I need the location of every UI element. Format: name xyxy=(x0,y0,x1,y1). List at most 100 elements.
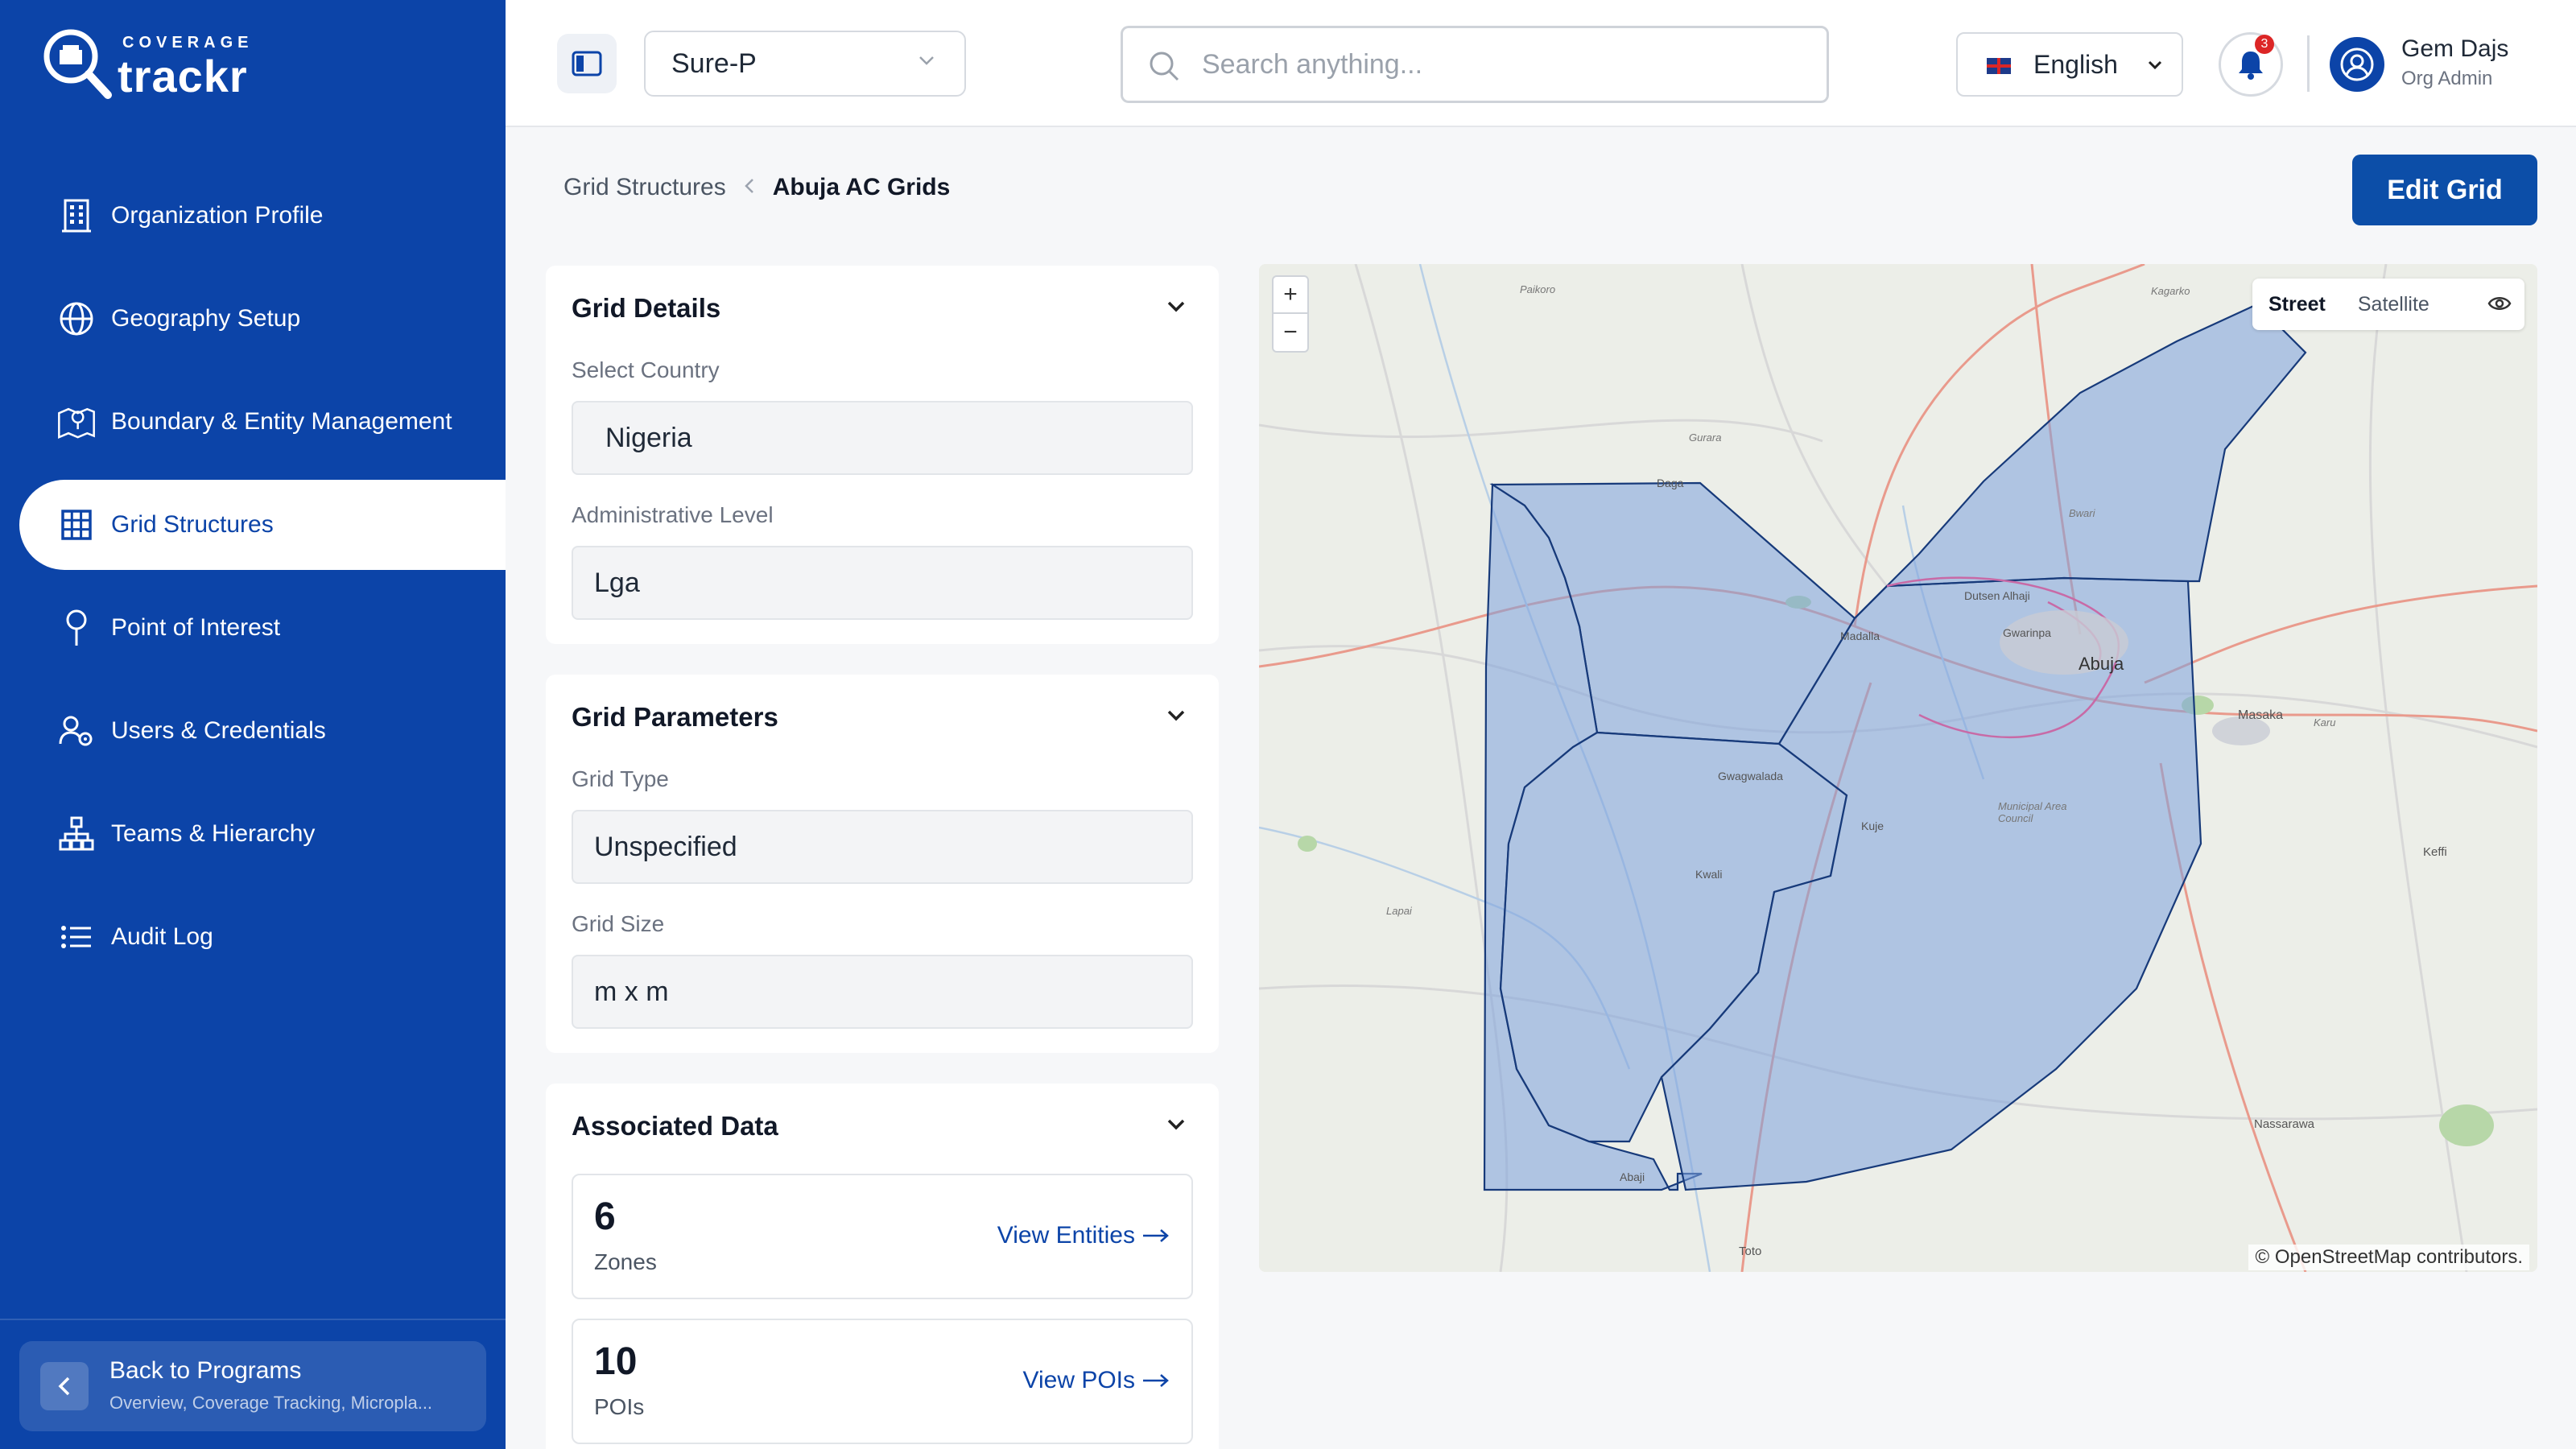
search-icon xyxy=(1150,52,1179,81)
sidebar-item-audit-log[interactable]: Audit Log xyxy=(0,892,506,982)
eye-icon[interactable] xyxy=(2487,293,2512,314)
map-attribution[interactable]: © OpenStreetMap contributors. xyxy=(2248,1245,2529,1270)
location-pin-icon xyxy=(56,608,97,648)
breadcrumb-parent[interactable]: Grid Structures xyxy=(564,174,726,201)
notifications-button[interactable]: 3 xyxy=(2219,32,2283,97)
top-header: Sure-P Search anything... English 3 Gem … xyxy=(506,0,2576,127)
user-role: Org Admin xyxy=(2401,68,2493,89)
back-subtitle: Overview, Coverage Tracking, Micropla... xyxy=(109,1393,433,1413)
view-pois-link[interactable]: View POIs xyxy=(1023,1367,1171,1394)
map-label-abaji: Abaji xyxy=(1620,1170,1645,1183)
card-title: Grid Parameters xyxy=(572,702,778,732)
sidebar-footer: Back to Programs Overview, Coverage Trac… xyxy=(0,1319,506,1449)
sidebar-item-geography-setup[interactable]: Geography Setup xyxy=(0,274,506,364)
chevron-left-icon xyxy=(40,1362,89,1410)
map-label-municipal: Municipal Area Council xyxy=(1998,800,2067,824)
map-label-toto: Toto xyxy=(1739,1245,1762,1258)
chevron-down-icon xyxy=(2148,60,2162,70)
language-select[interactable]: English xyxy=(1956,32,2183,97)
sidebar-item-organization-profile[interactable]: Organization Profile xyxy=(0,171,506,261)
arrow-right-icon xyxy=(1143,1374,1169,1387)
admin-level-field: Lga xyxy=(572,546,1193,620)
pois-count: 10 xyxy=(594,1340,638,1383)
program-select-value: Sure-P xyxy=(671,47,757,79)
map-label-abuja: Abuja xyxy=(2079,654,2124,674)
sidebar-item-boundary-entity[interactable]: Boundary & Entity Management xyxy=(0,377,506,467)
back-to-programs-button[interactable]: Back to Programs Overview, Coverage Trac… xyxy=(19,1341,486,1431)
country-field: Nigeria xyxy=(572,401,1193,475)
satellite-option[interactable]: Satellite xyxy=(2342,293,2446,316)
map-label-nassarawa: Nassarawa xyxy=(2254,1117,2315,1131)
grid-size-field: m x m xyxy=(572,955,1193,1029)
map-label-bwari: Bwari xyxy=(2069,507,2095,519)
zones-stat: 6 Zones View Entities xyxy=(572,1174,1193,1299)
sidebar-item-label: Boundary & Entity Management xyxy=(111,408,452,435)
sidebar-item-label: Users & Credentials xyxy=(111,717,326,744)
user-name[interactable]: Gem Dajs xyxy=(2401,35,2508,63)
avatar[interactable] xyxy=(2330,37,2384,92)
map-label-gwagwalada: Gwagwalada xyxy=(1718,770,1783,782)
notification-badge: 3 xyxy=(2255,35,2274,54)
map-label-kagarko: Kagarko xyxy=(2151,285,2190,297)
sidebar-toggle-button[interactable] xyxy=(557,34,617,93)
map-label-kwali: Kwali xyxy=(1695,868,1723,881)
chevron-left-icon xyxy=(744,174,755,201)
back-title: Back to Programs xyxy=(109,1357,302,1384)
view-entities-label: View Entities xyxy=(997,1222,1135,1249)
map-label-lapai: Lapai xyxy=(1386,905,1412,917)
chevron-down-icon[interactable] xyxy=(1166,299,1187,314)
zoom-out-button[interactable]: − xyxy=(1274,314,1307,351)
map-view[interactable]: + − Street Satellite Abuja Masaka Keffi … xyxy=(1259,264,2537,1272)
search-input[interactable]: Search anything... xyxy=(1121,26,1829,103)
program-select[interactable]: Sure-P xyxy=(644,31,966,97)
sidebar-item-label: Teams & Hierarchy xyxy=(111,820,316,847)
building-icon xyxy=(56,196,97,236)
map-label-masaka: Masaka xyxy=(2238,708,2284,722)
map-label-madalla: Madalla xyxy=(1840,630,1880,642)
zones-count: 6 xyxy=(594,1195,616,1238)
sidebar-item-label: Organization Profile xyxy=(111,202,324,229)
map-label-keffi: Keffi xyxy=(2423,845,2447,859)
map-label-gwarinpa: Gwarinpa xyxy=(2003,626,2051,639)
sidebar-item-users-credentials[interactable]: Users & Credentials xyxy=(0,686,506,776)
grid-type-field: Unspecified xyxy=(572,810,1193,884)
list-icon xyxy=(56,917,97,957)
sidebar-item-point-of-interest[interactable]: Point of Interest xyxy=(0,583,506,673)
brand-logo[interactable]: COVERAGE trackr xyxy=(39,26,280,103)
associated-data-card: Associated Data 6 Zones View Entities 10… xyxy=(546,1084,1219,1449)
sidebar-item-label: Point of Interest xyxy=(111,614,281,641)
header-divider xyxy=(2307,35,2310,92)
sidebar-item-grid-structures[interactable]: Grid Structures xyxy=(19,480,506,570)
zoom-in-button[interactable]: + xyxy=(1274,277,1307,314)
pois-stat: 10 POIs View POIs xyxy=(572,1319,1193,1444)
zoom-control: + − xyxy=(1272,275,1309,353)
breadcrumb: Grid Structures Abuja AC Grids xyxy=(564,174,950,201)
user-icon xyxy=(2340,47,2374,81)
map-label-gurara: Gurara xyxy=(1689,431,1722,444)
view-entities-link[interactable]: View Entities xyxy=(997,1222,1170,1249)
sidebar: COVERAGE trackr Organization Profile Geo… xyxy=(0,0,506,1449)
sidebar-item-label: Geography Setup xyxy=(111,305,301,332)
map-canvas xyxy=(1259,264,2537,1272)
brand-big: trackr xyxy=(118,51,248,101)
language-value: English xyxy=(2033,49,2118,79)
arrow-right-icon xyxy=(1143,1229,1169,1242)
chevron-down-icon[interactable] xyxy=(1166,1117,1187,1132)
country-label: Select Country xyxy=(572,357,720,382)
map-label-karu: Karu xyxy=(2314,716,2336,729)
card-title: Associated Data xyxy=(572,1111,778,1141)
street-option[interactable]: Street xyxy=(2252,293,2342,316)
sidebar-toggle-icon xyxy=(572,51,602,76)
map-type-toggle: Street Satellite xyxy=(2252,279,2524,330)
edit-grid-button[interactable]: Edit Grid xyxy=(2352,155,2537,225)
sidebar-nav: Organization Profile Geography Setup Bou… xyxy=(0,171,506,995)
admin-level-label: Administrative Level xyxy=(572,502,774,527)
map-label-paikoro: Paikoro xyxy=(1520,283,1556,295)
view-pois-label: View POIs xyxy=(1022,1367,1136,1393)
chevron-down-icon[interactable] xyxy=(1166,708,1187,723)
grid-details-card: Grid Details Select Country Nigeria Admi… xyxy=(546,266,1219,644)
chevron-down-icon xyxy=(919,56,934,65)
map-pin-icon xyxy=(56,402,97,442)
zones-label: Zones xyxy=(594,1249,657,1274)
sidebar-item-teams-hierarchy[interactable]: Teams & Hierarchy xyxy=(0,789,506,879)
